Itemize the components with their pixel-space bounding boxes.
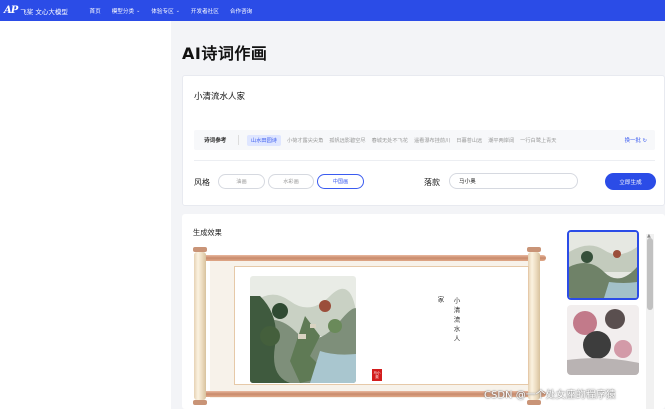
nav-item-home[interactable]: 首页: [84, 7, 106, 15]
sample-chip[interactable]: 春城无处不飞花: [372, 137, 408, 144]
nav-menu: 首页 模型分类 ⌄ 体验专区 ⌄ 开发者社区 合作咨询: [84, 7, 258, 15]
poem-text: 小清流水人: [452, 297, 460, 345]
style-label: 风格: [194, 178, 210, 187]
signature-input[interactable]: 马小奥: [449, 173, 578, 189]
style-option-watercolor[interactable]: 水彩画: [268, 174, 314, 189]
poem-input[interactable]: 小清流水人家: [194, 90, 245, 102]
scroll-cap: [193, 400, 207, 405]
input-card: 小清流水人家 诗词参考 山水田园诗 小荷才露尖尖角 孤帆远影碧空尽 春城无处不飞…: [182, 75, 665, 206]
nav-item-experience[interactable]: 体验专区 ⌄: [146, 7, 186, 15]
left-panel: [0, 21, 171, 409]
nav-item-label: 开发者社区: [190, 8, 219, 15]
nav-item-developer-community[interactable]: 开发者社区: [185, 7, 224, 15]
watermark: CSDN @一个处女座的程序猿: [484, 390, 616, 401]
refresh-icon: ↻: [642, 138, 647, 144]
sample-chip[interactable]: 日暮苍山远: [456, 137, 482, 144]
result-card: 生成效果 马小奥 小清流水人 家 ▲: [182, 214, 665, 409]
poem-author-char: 家: [436, 296, 444, 306]
poem-reference-row: 诗词参考 山水田园诗 小荷才露尖尖角 孤帆远影碧空尽 春城无处不飞花 遥看瀑布挂…: [194, 130, 655, 150]
poem-reference-label: 诗词参考: [194, 135, 239, 145]
nav-item-model-category[interactable]: 模型分类 ⌄: [106, 7, 146, 15]
swap-batch-button[interactable]: 换一批 ↻: [625, 136, 647, 144]
nav-item-label: 首页: [89, 8, 101, 15]
sample-chip[interactable]: 孤帆远影碧空尽: [329, 137, 365, 144]
page-title: AI诗词作画: [182, 44, 268, 63]
thumbnail[interactable]: [567, 305, 639, 375]
sample-chip[interactable]: 山水田园诗: [247, 134, 281, 146]
divider: [194, 160, 655, 161]
sample-chip[interactable]: 一行白鹭上青天: [520, 137, 556, 144]
brand[interactable]: AP 飞桨 文心大模型: [0, 5, 84, 16]
paddle-logo: AP: [4, 5, 18, 16]
generate-button[interactable]: 立即生成: [605, 173, 656, 190]
nav-item-label: 体验专区: [151, 8, 174, 15]
thumbnail-scrollbar[interactable]: ▲: [646, 233, 654, 409]
scroll-left-rod: [194, 252, 206, 400]
signature-label: 落款: [424, 178, 440, 187]
style-option-oil[interactable]: 油画: [218, 174, 265, 189]
sample-chip[interactable]: 遥看瀑布挂前川: [414, 137, 450, 144]
scroll-cap: [527, 247, 541, 252]
result-title: 生成效果: [193, 228, 222, 237]
scroll-top-edge: [202, 255, 546, 261]
sample-chip[interactable]: 潮平两岸阔: [488, 137, 514, 144]
brand-name: 飞桨 文心大模型: [20, 7, 68, 16]
swap-batch-label: 换一批: [624, 138, 641, 144]
scrollbar-handle[interactable]: [647, 238, 653, 310]
red-seal-stamp: 马小奥: [372, 369, 382, 381]
style-option-chinese[interactable]: 中国画: [317, 174, 364, 189]
nav-item-consulting[interactable]: 合作咨询: [224, 7, 257, 15]
scroll-cap: [193, 247, 207, 252]
scroll-right-rod: [528, 252, 540, 400]
top-nav-bar: AP 飞桨 文心大模型 首页 模型分类 ⌄ 体验专区 ⌄ 开发者社区 合作咨询: [0, 0, 665, 21]
sample-chip[interactable]: 小荷才露尖尖角: [287, 137, 323, 144]
nav-item-label: 合作咨询: [229, 8, 253, 15]
nav-item-label: 模型分类: [111, 8, 135, 15]
chevron-down-icon: ⌄: [136, 7, 141, 14]
thumbnail-selected[interactable]: [567, 230, 639, 300]
chevron-down-icon: ⌄: [175, 7, 180, 14]
generated-painting: [250, 276, 356, 383]
